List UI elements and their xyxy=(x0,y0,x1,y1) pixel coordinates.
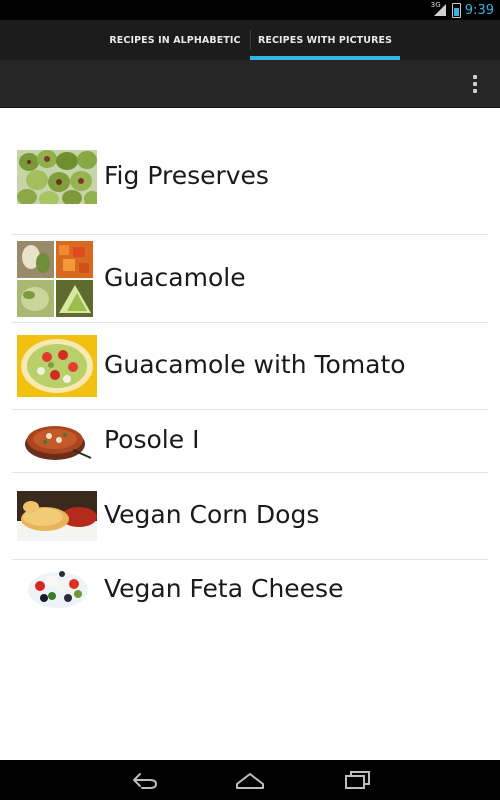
battery-charging-icon xyxy=(451,2,461,18)
vegan-feta-salad-photo xyxy=(24,564,92,612)
recipe-name: Fig Preserves xyxy=(104,161,269,190)
guacamole-collage-photo xyxy=(17,241,93,317)
fig-preserves-photo xyxy=(17,150,97,204)
posole-bowl-photo xyxy=(17,416,97,464)
recipe-item-guacamole-with-tomato[interactable]: Guacamole with Tomato xyxy=(12,323,488,410)
recipe-item-guacamole[interactable]: Guacamole xyxy=(12,235,488,323)
tab-bar: RECIPES IN ALPHABETIC RECIPES WITH PICTU… xyxy=(0,20,500,60)
recipe-item-vegan-corn-dogs[interactable]: Vegan Corn Dogs xyxy=(12,473,488,560)
status-time: 9:39 xyxy=(464,2,494,18)
recipe-item-vegan-feta-cheese[interactable]: Vegan Feta Cheese xyxy=(12,560,488,620)
recipe-name: Guacamole with Tomato xyxy=(104,350,406,379)
navigation-bar xyxy=(0,760,500,800)
recipe-name: Vegan Feta Cheese xyxy=(104,574,344,603)
tab-recipes-with-pictures[interactable]: RECIPES WITH PICTURES xyxy=(250,20,400,60)
recipe-name: Posole I xyxy=(104,425,200,454)
action-bar xyxy=(0,60,500,108)
status-icons: 3G 9:39 xyxy=(431,1,494,19)
recipe-item-fig-preserves[interactable]: Fig Preserves xyxy=(12,120,488,235)
recipe-name: Vegan Corn Dogs xyxy=(104,500,320,529)
guacamole-tomato-photo xyxy=(17,335,97,397)
recipe-list: Fig Preserves Guacamole Guacamole with T… xyxy=(12,120,488,620)
overflow-menu-icon[interactable] xyxy=(470,73,480,95)
tab-recipes-alphabetic[interactable]: RECIPES IN ALPHABETIC xyxy=(100,20,250,60)
signal-icon: 3G xyxy=(431,1,448,17)
recipe-item-posole-i[interactable]: Posole I xyxy=(12,410,488,473)
vegan-corn-dogs-photo xyxy=(17,491,97,541)
status-bar: 3G 9:39 xyxy=(0,0,500,20)
back-icon[interactable] xyxy=(126,768,162,792)
recent-apps-icon[interactable] xyxy=(340,768,376,792)
recipe-name: Guacamole xyxy=(104,263,246,292)
home-icon[interactable] xyxy=(232,768,268,792)
